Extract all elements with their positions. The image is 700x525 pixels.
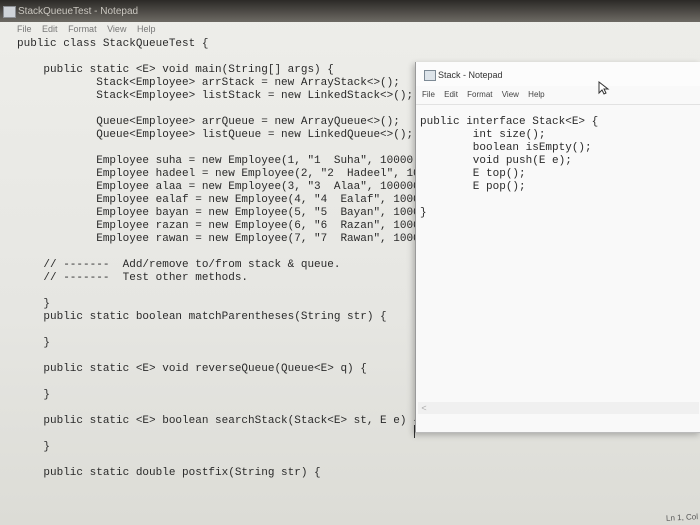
menu-bar: File Edit Format View Help	[17, 24, 163, 38]
code-line: E top();	[420, 168, 526, 180]
code-line: public static double postfix(String str)…	[17, 467, 321, 479]
notepad-icon	[424, 70, 436, 81]
code-line: Employee bayan = new Employee(5, "5 Baya…	[17, 207, 420, 219]
stack-notepad-window: Stack - Notepad File Edit Format View He…	[415, 62, 700, 433]
code-line: Queue<Employee> listQueue = new LinkedQu…	[17, 129, 414, 141]
stack-title-bar[interactable]: Stack - Notepad	[416, 62, 700, 95]
code-line: Employee rawan = new Employee(7, "7 Rawa…	[17, 233, 420, 245]
code-line: }	[420, 207, 427, 219]
menu-view[interactable]: View	[502, 90, 519, 99]
code-line: Employee suha = new Employee(1, "1 Suha"…	[17, 155, 420, 167]
code-line: Employee ealaf = new Employee(4, "4 Eala…	[17, 194, 420, 206]
code-line: public static <E> boolean searchStack(St…	[17, 415, 420, 427]
menu-file[interactable]: File	[17, 24, 32, 34]
menu-edit[interactable]: Edit	[42, 24, 58, 34]
code-line: Employee hadeel = new Employee(2, "2 Had…	[17, 168, 420, 180]
menu-help[interactable]: Help	[137, 24, 156, 34]
code-line: }	[17, 441, 51, 453]
code-line: // ------- Test other methods.	[17, 272, 249, 284]
code-line: // ------- Add/remove to/from stack & qu…	[17, 259, 341, 271]
code-line: int size();	[420, 129, 546, 141]
stack-code-editor[interactable]: public interface Stack<E> { int size(); …	[420, 116, 598, 220]
mouse-pointer-icon	[598, 81, 610, 95]
code-line: public class StackQueueTest {	[17, 38, 209, 50]
code-line: void push(E e);	[420, 155, 572, 167]
code-line: public static <E> void main(String[] arg…	[17, 64, 334, 76]
code-line: boolean isEmpty();	[420, 142, 592, 154]
code-line: E pop();	[420, 181, 526, 193]
notepad-icon	[3, 6, 16, 18]
horizontal-scrollbar[interactable]: <	[418, 402, 699, 414]
code-line: }	[17, 337, 51, 349]
status-position: Ln 1, Col	[665, 512, 699, 523]
code-line: Employee razan = new Employee(6, "6 Raza…	[17, 220, 420, 232]
window-title: StackQueueTest - Notepad	[18, 6, 139, 17]
code-line: }	[17, 389, 51, 401]
code-line: Employee alaa = new Employee(3, "3 Alaa"…	[17, 181, 420, 193]
menu-edit[interactable]: Edit	[444, 90, 458, 99]
code-line: public static <E> void reverseQueue(Queu…	[17, 363, 367, 375]
menu-view[interactable]: View	[107, 24, 126, 34]
title-bar[interactable]: StackQueueTest - Notepad	[0, 0, 700, 22]
code-line: public interface Stack<E> {	[420, 116, 599, 128]
menu-help[interactable]: Help	[528, 90, 544, 99]
stack-window-title: Stack - Notepad	[438, 70, 503, 80]
menu-file[interactable]: File	[422, 90, 435, 99]
code-line: Queue<Employee> arrQueue = new ArrayQueu…	[17, 116, 400, 128]
stack-menu-bar: File Edit Format View Help	[422, 90, 552, 99]
code-line: public static boolean matchParentheses(S…	[17, 311, 387, 323]
code-editor[interactable]: public class StackQueueTest { public sta…	[17, 38, 420, 480]
scroll-left-button[interactable]: <	[418, 402, 430, 414]
menu-divider	[416, 104, 700, 105]
code-line: Stack<Employee> listStack = new LinkedSt…	[17, 90, 414, 102]
menu-format[interactable]: Format	[68, 24, 97, 34]
code-line: }	[17, 298, 51, 310]
code-line: Stack<Employee> arrStack = new ArrayStac…	[17, 77, 400, 89]
menu-format[interactable]: Format	[467, 90, 492, 99]
